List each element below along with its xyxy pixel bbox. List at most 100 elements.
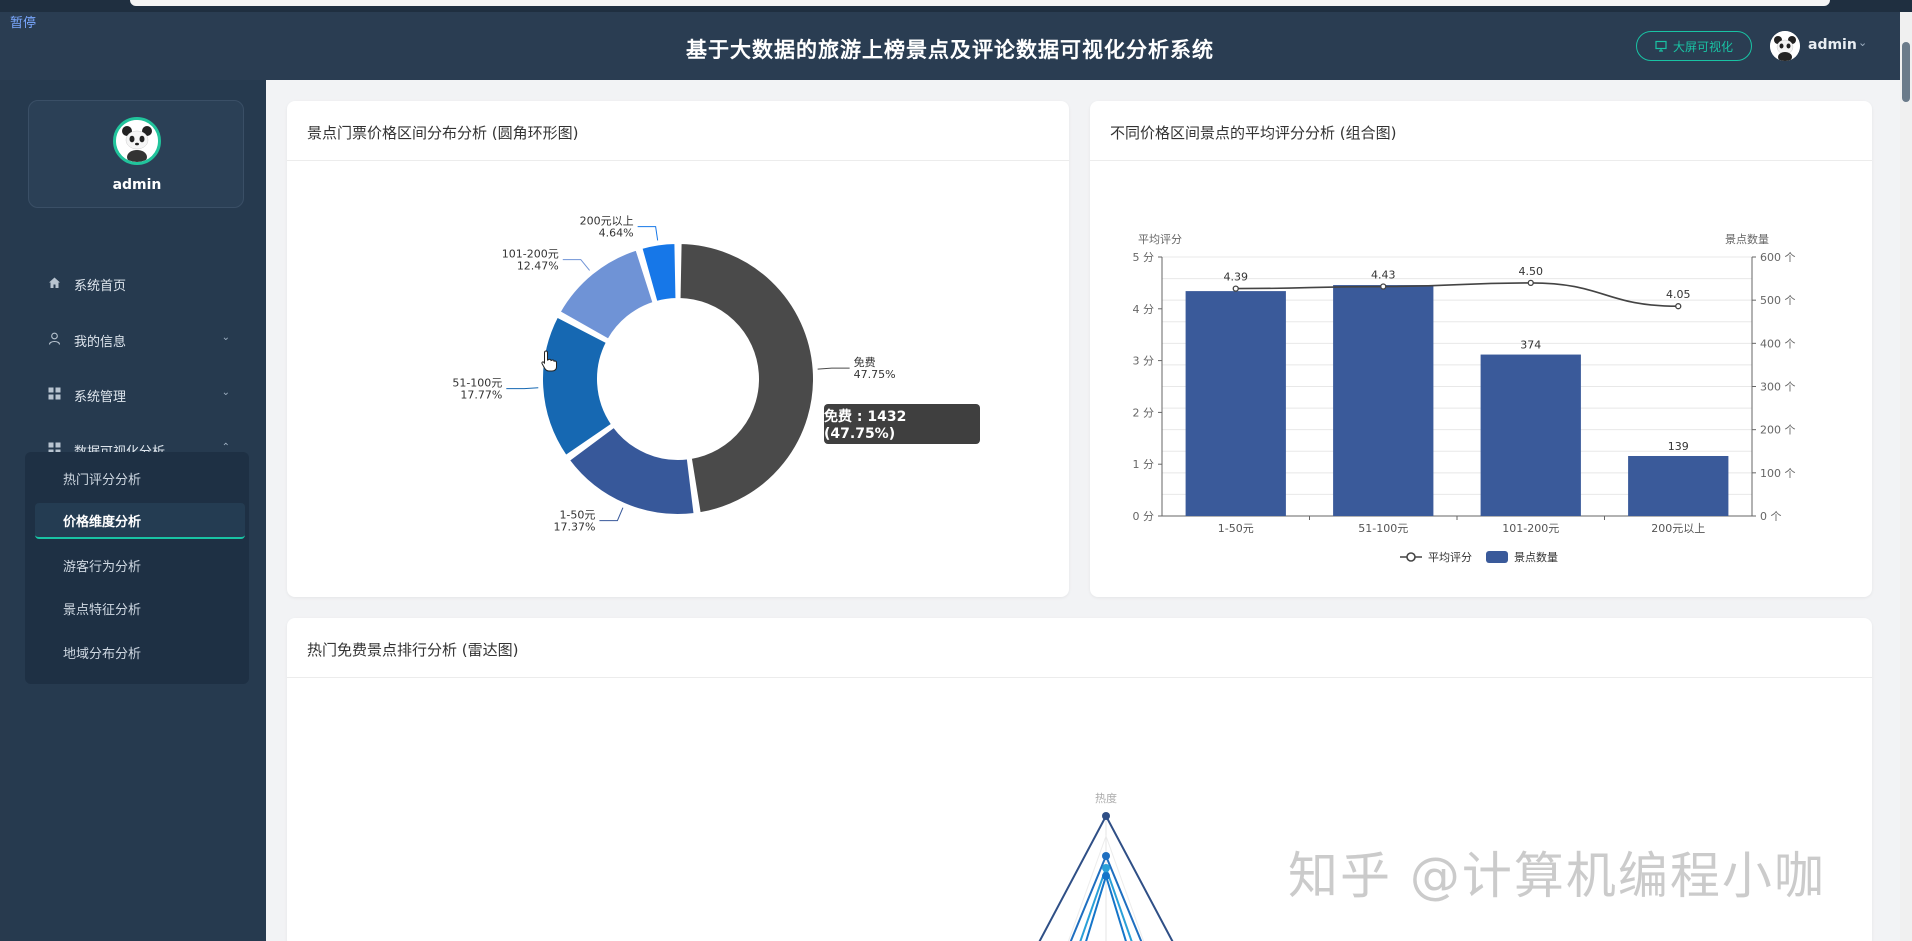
x-tick-label: 1-50元 [1218, 522, 1254, 535]
watermark: 知乎 @计算机编程小咖 [1288, 847, 1826, 905]
x-tick-label: 101-200元 [1502, 522, 1559, 535]
y-tick-right: 400 个 [1760, 337, 1796, 350]
y-tick-left: 1 分 [1133, 458, 1155, 471]
bar [1628, 455, 1729, 516]
donut-chart: 免费47.75%1-50元17.37%51-100元17.77%101-200元… [452, 215, 896, 534]
header-username[interactable]: admin [1808, 37, 1857, 53]
donut-leader-line [599, 507, 624, 522]
radar-point [1102, 864, 1110, 872]
menu-item-system-management[interactable]: 系统管理 ⌄ [28, 375, 244, 415]
x-tick-label: 200元以上 [1651, 522, 1705, 535]
home-icon [44, 276, 64, 293]
page-title: 基于大数据的旅游上榜景点及评论数据可视化分析系统 [686, 38, 1214, 62]
submenu-item-label: 价格维度分析 [63, 514, 142, 530]
legend-label: 景点数量 [1514, 551, 1558, 564]
line-value-label: 4.43 [1371, 269, 1396, 282]
donut-slice-percent: 12.47% [517, 260, 559, 273]
y-tick-left: 4 分 [1133, 303, 1155, 316]
profile-avatar [113, 117, 161, 165]
radar-point [1102, 852, 1110, 860]
donut-slice-percent: 4.64% [599, 227, 634, 240]
chevron-down-icon: ⌄ [221, 387, 230, 398]
bar-value-label: 374 [1520, 339, 1541, 352]
submenu-item-label: 游客行为分析 [63, 559, 142, 575]
legend-line-marker [1406, 552, 1416, 562]
y-tick-left: 0 分 [1133, 510, 1155, 523]
panda-icon [116, 120, 158, 162]
combo-chart: 平均评分 景点数量0 分1 分2 分3 分4 分5 分0 个100 个200 个3… [1133, 233, 1796, 564]
y-tick-right: 600 个 [1760, 251, 1796, 264]
header-avatar[interactable] [1770, 31, 1800, 61]
donut-leader-line [506, 387, 539, 390]
bar [1480, 354, 1581, 516]
line-value-label: 4.39 [1224, 271, 1249, 284]
combo-card-title: 不同价格区间景点的平均评分分析 (组合图) [1110, 124, 1397, 142]
submenu-item-label: 热门评分分析 [63, 472, 142, 488]
x-tick-label: 51-100元 [1358, 522, 1408, 535]
donut-chart-card: 景点门票价格区间分布分析 (圆角环形图) 免费 47.75% 1-50元 17.37%… [287, 101, 1069, 597]
donut-slice [678, 242, 816, 515]
donut-slice-label: 免费 [854, 355, 876, 369]
radar-card-title: 热门免费景点排行分析 (雷达图) [307, 641, 519, 659]
submenu-item-label: 景点特征分析 [63, 602, 142, 618]
submenu-item-label: 地域分布分析 [63, 646, 142, 662]
line-point [1232, 285, 1239, 292]
visualization-submenu: 热门评分分析 价格维度分析 游客行为分析 景点特征分析 地域分布分析 [25, 452, 249, 684]
radar-indicator-label: 热度 [1095, 791, 1117, 805]
line-point [1527, 279, 1534, 287]
legend-bar-swatch [1486, 551, 1508, 563]
line-series [1235, 282, 1679, 308]
y-tick-right: 200 个 [1760, 424, 1796, 437]
submenu-item-visitor-behavior[interactable]: 游客行为分析 [35, 547, 245, 583]
bigscreen-button-label: 大屏可视化 [1672, 39, 1733, 54]
panda-icon [1770, 31, 1800, 61]
submenu-item-hot-rating[interactable]: 热门评分分析 [35, 460, 245, 496]
y-axis-right-title: 景点数量 [1725, 233, 1769, 246]
donut-slice-percent: 47.75% [854, 368, 896, 381]
donut-leader-line [562, 259, 590, 271]
menu-item-home[interactable]: 系统首页 [28, 264, 244, 304]
page-scrollbar[interactable] [1900, 12, 1912, 941]
menu-item-label: 我的信息 [74, 334, 127, 350]
submenu-item-region-distribution[interactable]: 地域分布分析 [35, 634, 245, 670]
bar [1333, 285, 1434, 516]
donut-card-title: 景点门票价格区间分布分析 (圆角环形图) [307, 124, 579, 142]
top-header: 基于大数据的旅游上榜景点及评论数据可视化分析系统 大屏可视化 admin ⌄ [0, 12, 1900, 80]
chevron-down-icon[interactable]: ⌄ [1858, 36, 1867, 49]
y-tick-right: 0 个 [1760, 510, 1782, 523]
y-tick-left: 3 分 [1133, 355, 1155, 368]
sidebar: admin 系统首页 我的信息 ⌄ 系统管理 ⌄ 数据可视化分析 ⌃ 热门评分分… [10, 80, 266, 941]
menu-item-label: 系统管理 [74, 389, 127, 405]
donut-slice-percent: 17.37% [553, 521, 595, 534]
line-value-label: 4.50 [1519, 265, 1544, 278]
chart-tooltip: 免费 : 1432 (47.75%) [824, 404, 980, 444]
y-axis-left-title: 平均评分 [1138, 233, 1182, 246]
submenu-item-price-dimension[interactable]: 价格维度分析 [35, 503, 245, 539]
main-content: 景点门票价格区间分布分析 (圆角环形图) 免费 47.75% 1-50元 17.37%… [266, 80, 1900, 941]
scrollbar-thumb[interactable] [1902, 42, 1910, 102]
y-tick-right: 300 个 [1760, 381, 1796, 394]
bar-value-label: 139 [1668, 440, 1689, 453]
user-icon [44, 332, 64, 349]
bigscreen-button[interactable]: 大屏可视化 [1636, 31, 1752, 61]
line-value-label: 4.05 [1666, 288, 1691, 301]
donut-leader-line [637, 226, 659, 241]
y-tick-right: 100 个 [1760, 467, 1796, 480]
grid-icon [44, 387, 64, 404]
browser-bar [130, 0, 1830, 6]
radar-point [1102, 812, 1110, 820]
donut-slice-percent: 17.77% [460, 389, 502, 402]
y-tick-right: 500 个 [1760, 294, 1796, 307]
donut-leader-line [817, 367, 850, 370]
combo-chart-card: 不同价格区间景点的平均评分分析 (组合图) 平均评分 景点数量 0 分1 分2 分3… [1090, 101, 1872, 597]
y-tick-left: 2 分 [1133, 406, 1155, 419]
radar-point [1102, 872, 1110, 880]
browser-top-strip [0, 0, 1912, 12]
monitor-icon [1655, 40, 1667, 52]
submenu-item-scenic-features[interactable]: 景点特征分析 [35, 590, 245, 626]
legend-label: 平均评分 [1428, 551, 1472, 564]
menu-item-my-info[interactable]: 我的信息 ⌄ [28, 320, 244, 360]
chevron-down-icon: ⌄ [221, 332, 230, 343]
hand-cursor-icon [541, 350, 557, 372]
profile-card: admin [28, 100, 244, 208]
